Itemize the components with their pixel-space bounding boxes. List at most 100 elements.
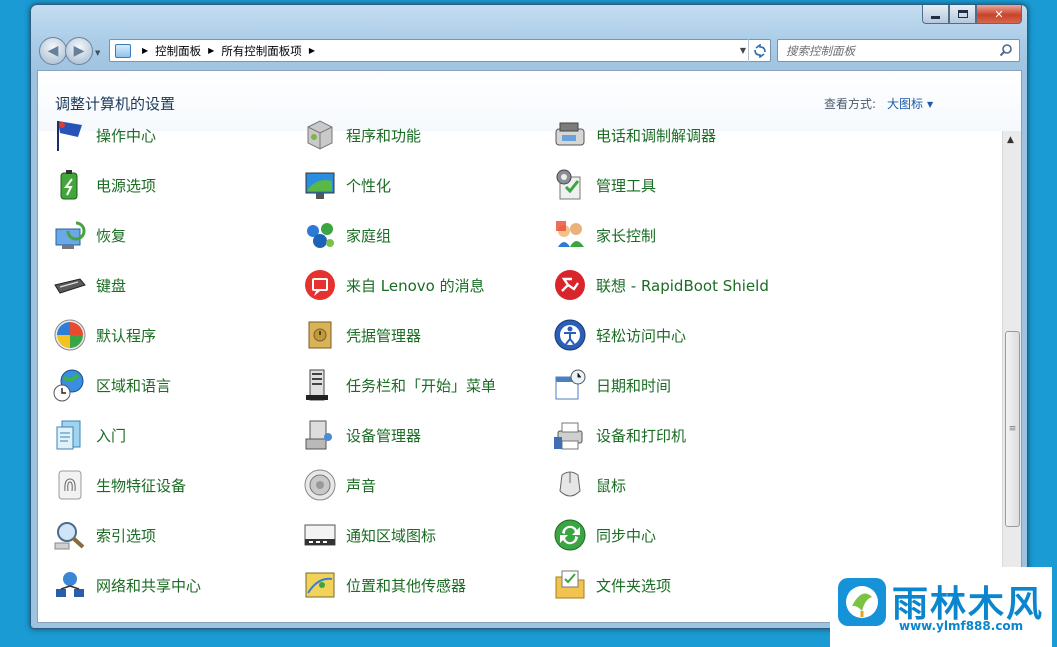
control-panel-item[interactable]: 区域和语言 (52, 365, 171, 405)
control-panel-item[interactable]: 默认程序 (52, 315, 156, 355)
admin-tools-icon (556, 169, 581, 200)
control-panel-item-label: 凭据管理器 (346, 326, 422, 345)
devices-printers-icon (554, 422, 583, 450)
control-panel-item-label: 设备和打印机 (596, 426, 687, 445)
minimize-button[interactable] (922, 5, 949, 24)
control-panel-item[interactable]: 日期和时间 (552, 365, 671, 405)
control-panel-item-label: 日期和时间 (596, 376, 672, 395)
indexing-magnifier-icon (54, 522, 85, 550)
rapidboot-shield-icon (555, 270, 585, 300)
breadcrumb-control-panel[interactable]: 控制面板 (155, 43, 201, 59)
address-history-dropdown-icon[interactable]: ▼ (740, 46, 746, 55)
back-button[interactable]: ◀ (39, 37, 67, 65)
breadcrumb-chevron-icon[interactable]: ▶ (309, 46, 315, 55)
device-manager-icon (305, 420, 332, 450)
control-panel-item[interactable]: 设备管理器 (302, 415, 421, 455)
forward-button[interactable]: ▶ (65, 37, 93, 65)
control-panel-item-label: 文件夹选项 (596, 576, 672, 595)
control-panel-item-label: 同步中心 (596, 526, 657, 545)
control-panel-item[interactable]: 来自 Lenovo 的消息 (302, 265, 485, 305)
control-panel-item[interactable]: 恢复 (52, 215, 126, 255)
control-panel-item[interactable]: 键盘 (52, 265, 126, 305)
control-panel-item-label: 恢复 (96, 226, 127, 245)
notification-area-icon (304, 524, 336, 546)
recovery-icon (55, 221, 86, 249)
control-panel-item[interactable]: 声音 (302, 465, 376, 505)
search-input[interactable] (786, 43, 986, 58)
control-panel-item[interactable]: 联想 - RapidBoot Shield (552, 265, 769, 305)
breadcrumb-all-items[interactable]: 所有控制面板项 (221, 43, 302, 59)
control-panel-item[interactable]: 位置和其他传感器 (302, 565, 466, 605)
view-by-dropdown[interactable]: 大图标 ▼ (887, 95, 933, 112)
getting-started-icon (56, 420, 81, 450)
control-panel-item[interactable]: 鼠标 (552, 465, 626, 505)
page-title: 调整计算机的设置 (55, 95, 176, 113)
control-panel-item[interactable]: 凭据管理器 (302, 315, 421, 355)
control-panel-item[interactable]: 个性化 (302, 165, 391, 205)
refresh-button[interactable] (748, 39, 770, 62)
scrollbar-thumb[interactable]: ≡ (1005, 331, 1020, 527)
control-panel-item[interactable]: 家庭组 (302, 215, 391, 255)
watermark-url: www.ylmf888.com (899, 619, 1024, 633)
control-panel-item[interactable]: 轻松访问中心 (552, 315, 686, 355)
control-panel-item[interactable]: 生物特征设备 (52, 465, 186, 505)
control-panel-item-label: 程序和功能 (346, 126, 422, 145)
control-panel-item[interactable]: 管理工具 (552, 165, 656, 205)
address-bar[interactable]: ▶ 控制面板 ▶ 所有控制面板项 ▶ ▼ (109, 39, 771, 62)
default-programs-icon (54, 319, 86, 351)
control-panel-item-label: 通知区域图标 (346, 526, 437, 545)
control-panel-item[interactable]: 电话和调制解调器 (552, 115, 716, 155)
content-pane: 调整计算机的设置 查看方式: 大图标 ▼ 操作中心 电源选项 恢复 键盘 默认程序 区域和语… (37, 70, 1022, 623)
control-panel-item-label: 位置和其他传感器 (346, 576, 467, 595)
breadcrumb-chevron-icon[interactable]: ▶ (208, 46, 214, 55)
close-button[interactable]: ✕ (976, 5, 1022, 24)
mouse-icon (559, 471, 581, 497)
control-panel-item[interactable]: 通知区域图标 (302, 515, 436, 555)
control-panel-item[interactable]: 任务栏和「开始」菜单 (302, 365, 496, 405)
control-panel-item[interactable]: 入门 (52, 415, 126, 455)
control-panel-item-label: 声音 (346, 476, 377, 495)
control-panel-item-label: 电源选项 (96, 176, 157, 195)
parental-controls-icon (556, 221, 584, 247)
control-panel-item[interactable]: 家长控制 (552, 215, 656, 255)
control-panel-item-label: 任务栏和「开始」菜单 (346, 376, 497, 395)
control-panel-item[interactable]: 设备和打印机 (552, 415, 686, 455)
search-icon[interactable] (999, 43, 1013, 57)
breadcrumb-chevron-icon[interactable]: ▶ (142, 46, 148, 55)
control-panel-item-label: 个性化 (346, 176, 392, 195)
fingerprint-icon (58, 470, 82, 500)
control-panel-item[interactable]: 操作中心 (52, 115, 156, 155)
control-panel-item-label: 轻松访问中心 (596, 326, 687, 345)
minimize-icon (931, 15, 940, 19)
programs-box-icon (307, 120, 333, 150)
control-panel-item-label: 管理工具 (596, 176, 657, 195)
control-panel-item[interactable]: 电源选项 (52, 165, 156, 205)
lenovo-message-icon (305, 270, 335, 300)
control-panel-item-label: 电话和调制解调器 (596, 126, 717, 145)
power-battery-icon (60, 170, 78, 200)
recent-pages-dropdown-icon[interactable]: ▼ (95, 49, 100, 57)
vertical-scrollbar[interactable]: ▲ ≡ (1002, 131, 1021, 622)
search-box[interactable] (777, 39, 1020, 62)
control-panel-item[interactable]: 索引选项 (52, 515, 156, 555)
keyboard-icon (54, 278, 86, 294)
control-panel-item-label: 家庭组 (346, 226, 392, 245)
control-panel-item[interactable]: 网络和共享中心 (52, 565, 201, 605)
control-panel-item-label: 操作中心 (96, 126, 157, 145)
taskbar-icon (306, 369, 328, 401)
maximize-icon (957, 10, 968, 18)
folder-options-icon (555, 570, 585, 599)
scroll-up-arrow-icon[interactable]: ▲ (1007, 135, 1014, 145)
control-panel-item[interactable]: 程序和功能 (302, 115, 421, 155)
homegroup-icon (307, 223, 334, 248)
maximize-button[interactable] (949, 5, 976, 24)
close-icon: ✕ (994, 7, 1004, 21)
control-panel-item[interactable]: 文件夹选项 (552, 565, 671, 605)
phone-modem-icon (555, 122, 585, 146)
control-panel-item[interactable]: 同步中心 (552, 515, 656, 555)
back-arrow-icon: ◀ (47, 43, 59, 59)
control-panel-window: ✕ ◀ ▶ ▼ ▶ 控制面板 ▶ 所有控制面板项 ▶ ▼ 调整计算机的设置 查看… (30, 4, 1028, 629)
date-time-icon (555, 369, 586, 400)
caption-buttons: ✕ (922, 5, 1022, 24)
ylmf-logo-icon (838, 578, 886, 626)
